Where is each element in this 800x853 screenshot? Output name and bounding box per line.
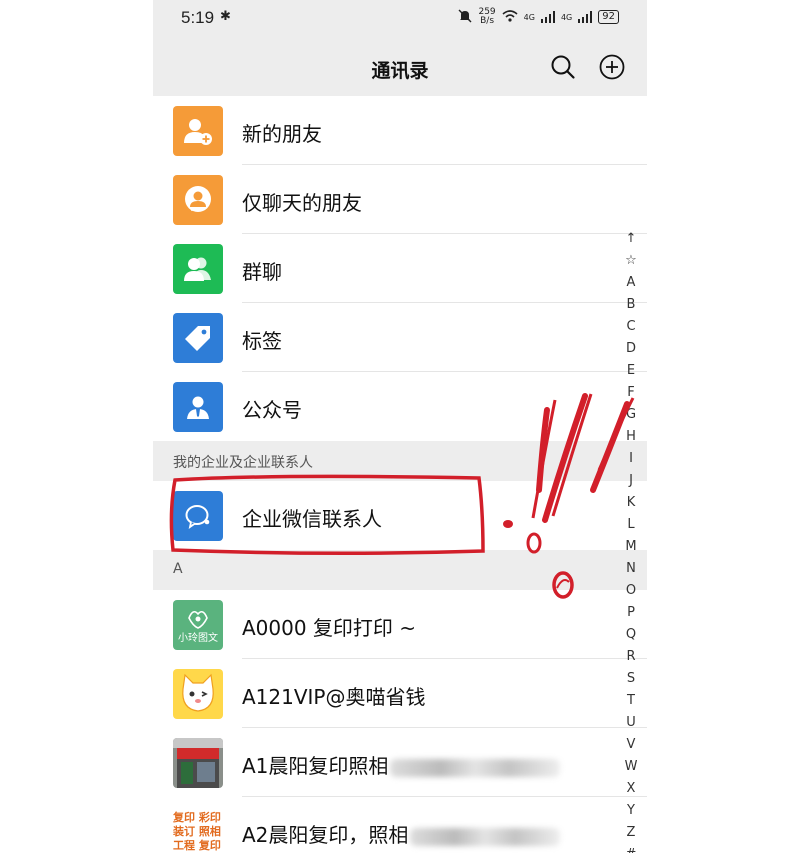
contact-name: A2晨阳复印，照相: [242, 819, 561, 848]
battery-indicator: 92: [598, 10, 619, 24]
add-circle-icon[interactable]: [599, 54, 625, 80]
network-speed: 259 B/s: [478, 8, 495, 26]
index-letter[interactable]: O: [626, 580, 636, 602]
signal-1-label: 4G: [523, 12, 535, 22]
index-letter[interactable]: H: [626, 426, 636, 448]
status-right-group: 259 B/s 4G 4G 92: [458, 8, 619, 26]
index-letter[interactable]: I: [629, 448, 633, 470]
index-letter[interactable]: C: [626, 316, 635, 338]
redacted-text: [390, 758, 561, 777]
list-item-chat-only-friends[interactable]: 仅聊天的朋友: [153, 165, 647, 234]
index-letter[interactable]: E: [627, 360, 635, 382]
cat-avatar: [173, 669, 223, 719]
index-letter[interactable]: T: [627, 690, 635, 712]
list-item-label: 公众号: [242, 398, 302, 422]
contact-name: A121VIP@奥喵省钱: [242, 685, 426, 709]
index-letter[interactable]: G: [626, 404, 636, 426]
index-letter[interactable]: S: [627, 668, 635, 690]
index-letter[interactable]: K: [627, 492, 636, 514]
contact-name: A0000 复印打印 ~: [242, 616, 417, 640]
signal-bars-2-icon: [578, 11, 593, 23]
wifi-icon: [502, 9, 518, 25]
list-item-new-friends[interactable]: 新的朋友: [153, 96, 647, 165]
group-chat-icon: [173, 244, 223, 294]
redacted-text: [410, 827, 561, 846]
list-item-work-wechat-contacts[interactable]: 企业微信联系人: [153, 481, 647, 550]
official-account-icon: [173, 382, 223, 432]
index-letter[interactable]: W: [625, 756, 638, 778]
chat-only-friend-icon: [173, 175, 223, 225]
list-item-label: 群聊: [242, 260, 282, 284]
index-letter[interactable]: X: [627, 778, 636, 800]
index-letter[interactable]: Y: [627, 800, 635, 822]
alphabet-index-bar[interactable]: ↑☆ABCDEFGHIJKLMNOPQRSTUVWXYZ#: [619, 228, 643, 853]
section-title: 我的企业及企业联系人: [173, 455, 313, 471]
list-item-label: 仅聊天的朋友: [242, 191, 362, 215]
tag-icon: [173, 313, 223, 363]
index-letter[interactable]: M: [625, 536, 636, 558]
status-bar: 5:19 ✱ 259 B/s 4G 4G 92: [153, 0, 647, 36]
index-letter[interactable]: J: [629, 470, 633, 492]
avatar-line: 工程 复印: [173, 839, 221, 852]
shopfront-avatar: [173, 738, 223, 788]
index-letter[interactable]: F: [627, 382, 634, 404]
list-item-label: 标签: [242, 329, 282, 353]
avatar-text: 小玲图文: [178, 633, 218, 644]
status-time: 5:19: [181, 8, 215, 27]
index-letter[interactable]: L: [627, 514, 634, 536]
index-letter[interactable]: ☆: [625, 250, 637, 272]
search-icon[interactable]: [550, 54, 576, 80]
index-letter[interactable]: U: [626, 712, 636, 734]
index-letter[interactable]: N: [626, 558, 636, 580]
signal-bars-1-icon: [540, 11, 555, 23]
index-letter[interactable]: B: [627, 294, 636, 316]
index-letter[interactable]: P: [627, 602, 635, 624]
section-header-a: A: [153, 550, 647, 590]
contacts-list: 新的朋友 仅聊天的朋友 群聊 标签 公众号 我的企业及企业联系人 企业微信联系人…: [153, 96, 647, 853]
list-item-label: 企业微信联系人: [242, 507, 382, 531]
contact-row[interactable]: 小玲图文 A0000 复印打印 ~: [153, 590, 647, 659]
list-item-tags[interactable]: 标签: [153, 303, 647, 372]
index-letter[interactable]: R: [626, 646, 635, 668]
phone-screen: 5:19 ✱ 259 B/s 4G 4G 92 通讯录 新的朋友 仅聊天的朋友 …: [153, 0, 647, 853]
section-header-enterprise: 我的企业及企业联系人: [153, 441, 647, 481]
mute-bell-icon: [458, 9, 472, 26]
contact-row[interactable]: A1晨阳复印照相: [153, 728, 647, 797]
xiaoling-logo-avatar: 小玲图文: [173, 600, 223, 650]
index-letter[interactable]: A: [627, 272, 636, 294]
network-speed-unit: B/s: [480, 16, 495, 26]
index-letter[interactable]: Z: [627, 822, 636, 844]
list-item-official-accounts[interactable]: 公众号: [153, 372, 647, 441]
bluetooth-icon: ✱: [220, 9, 231, 24]
section-title: A: [173, 561, 183, 577]
index-letter[interactable]: Q: [626, 624, 636, 646]
list-item-group-chats[interactable]: 群聊: [153, 234, 647, 303]
index-letter[interactable]: V: [627, 734, 636, 756]
signal-2-label: 4G: [560, 12, 573, 22]
index-letter[interactable]: D: [626, 338, 636, 360]
contact-name: A1晨阳复印照相: [242, 750, 561, 779]
index-letter[interactable]: #: [626, 844, 637, 853]
contact-row[interactable]: 复印 彩印 装订 照相 工程 复印 A2晨阳复印，照相: [153, 797, 647, 853]
print-shop-text-avatar: 复印 彩印 装订 照相 工程 复印: [173, 807, 223, 853]
index-letter[interactable]: ↑: [626, 228, 637, 250]
list-item-label: 新的朋友: [242, 122, 322, 146]
header-bar: 通讯录: [153, 36, 647, 96]
avatar-line: 装订 照相: [173, 825, 221, 838]
work-wechat-icon: [173, 491, 223, 541]
avatar-line: 复印 彩印: [173, 811, 221, 824]
contact-row[interactable]: A121VIP@奥喵省钱: [153, 659, 647, 728]
add-friend-icon: [173, 106, 223, 156]
